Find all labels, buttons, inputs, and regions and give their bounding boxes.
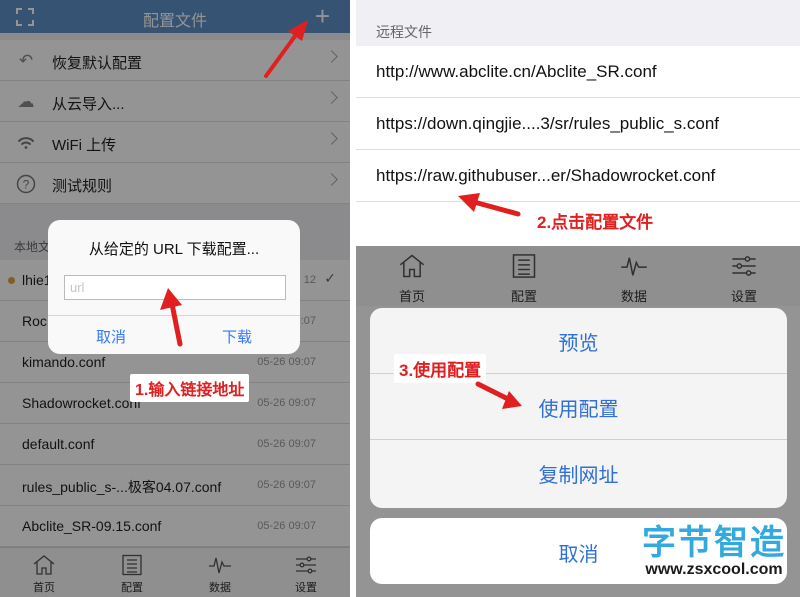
- arrow-to-plus-icon: [160, 20, 308, 347]
- watermark: 字节智造 www.zsxcool.com: [642, 525, 786, 579]
- watermark-logo: 字节智造: [642, 524, 786, 562]
- screenshot-root: 配置文件 + ↶ 恢复默认配置 ☁ 从云导入... WiFi 上传 ? 测试规则…: [0, 0, 800, 597]
- watermark-url: www.zsxcool.com: [645, 561, 783, 578]
- right-screen: 远程文件 http://www.abclite.cn/Abclite_SR.co…: [356, 0, 800, 597]
- step-arrows: [458, 193, 522, 409]
- left-screen: 配置文件 + ↶ 恢复默认配置 ☁ 从云导入... WiFi 上传 ? 测试规则…: [0, 0, 350, 597]
